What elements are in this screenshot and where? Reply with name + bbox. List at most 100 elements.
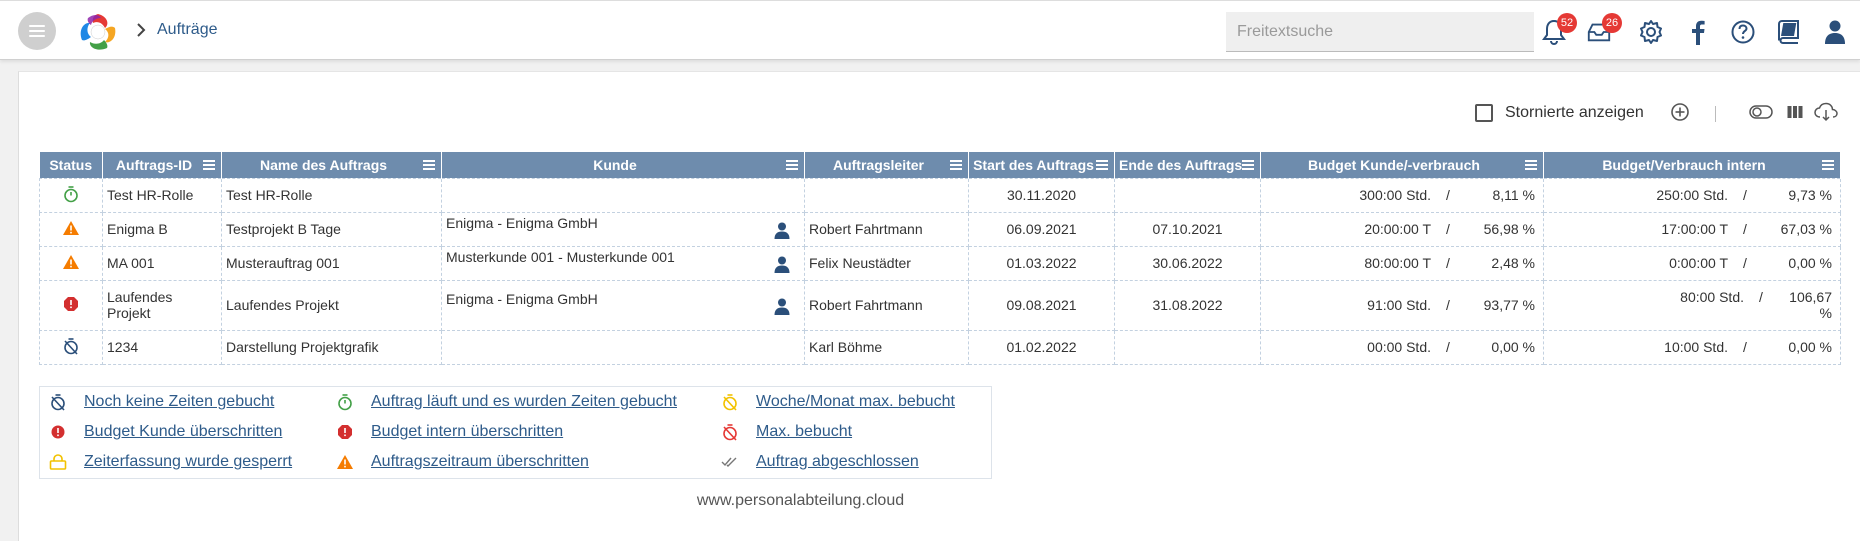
- cloud-download-button[interactable]: [1814, 100, 1838, 124]
- toolbar-divider: [1715, 106, 1716, 122]
- column-menu-icon[interactable]: [1525, 160, 1537, 170]
- column-menu-icon[interactable]: [203, 160, 215, 170]
- budget-customer-cell: 300:00 Std./8,11 %: [1260, 177, 1544, 213]
- manual-button[interactable]: [1775, 19, 1801, 45]
- legend-item-budget-customer[interactable]: Budget Kunde überschritten: [48, 421, 282, 443]
- customer-cell: Enigma - Enigma GmbH: [441, 211, 805, 247]
- timer-off-yellow-icon: [723, 394, 737, 411]
- col-header-lead[interactable]: Auftragsleiter: [804, 152, 969, 178]
- legend-item-locked[interactable]: Zeiterfassung wurde gesperrt: [48, 451, 292, 473]
- cloud-download-icon: [1814, 102, 1838, 122]
- app-logo[interactable]: [77, 12, 119, 52]
- orders-table: Status Auftrags-ID Name des Auftrags Kun…: [39, 152, 1841, 365]
- legend-item-week-month-max[interactable]: Woche/Monat max. bebucht: [720, 391, 955, 413]
- help-button[interactable]: [1730, 19, 1756, 45]
- double-check-icon: [721, 457, 737, 467]
- legend-link[interactable]: Auftrag läuft und es wurden Zeiten gebuc…: [371, 393, 677, 411]
- toggle-view-button[interactable]: [1749, 100, 1773, 124]
- legend-item-completed[interactable]: Auftrag abgeschlossen: [720, 451, 919, 473]
- timer-green-icon: [338, 394, 352, 411]
- inbox-button[interactable]: 26: [1586, 13, 1622, 45]
- lead-cell: [804, 177, 969, 213]
- legend-link[interactable]: Auftrag abgeschlossen: [756, 453, 919, 471]
- table-toolbar: Stornierte anzeigen: [19, 96, 1860, 126]
- budget-customer-cell: 91:00 Std./93,77 %: [1260, 279, 1544, 331]
- budget-internal-cell: 250:00 Std./9,73 %: [1543, 177, 1841, 213]
- notifications-button[interactable]: 52: [1541, 13, 1577, 45]
- alert-octagon-red-icon: [338, 425, 352, 439]
- table-row[interactable]: Enigma B Testprojekt B Tage Enigma - Eni…: [39, 211, 1841, 247]
- col-header-budget-internal[interactable]: Budget/Verbrauch intern: [1543, 152, 1841, 178]
- end-date-cell: 30.06.2022: [1114, 245, 1261, 281]
- hamburger-icon: [29, 25, 45, 37]
- legend-link[interactable]: Auftragszeitraum überschritten: [371, 453, 589, 471]
- show-cancelled-checkbox[interactable]: [1475, 104, 1493, 122]
- column-menu-icon[interactable]: [423, 160, 435, 170]
- budget-customer-cell: 00:00 Std./0,00 %: [1260, 329, 1544, 365]
- user-icon: [1825, 20, 1845, 44]
- top-bar: Aufträge 52 26: [0, 0, 1860, 60]
- order-name-cell: Testprojekt B Tage: [221, 211, 442, 247]
- col-header-budget-customer[interactable]: Budget Kunde/-verbrauch: [1260, 152, 1544, 178]
- status-cell: [39, 211, 103, 247]
- book-icon: [1778, 20, 1799, 44]
- customer-cell: Musterkunde 001 - Musterkunde 001: [441, 245, 805, 281]
- legend-link[interactable]: Woche/Monat max. bebucht: [756, 393, 955, 411]
- legend-item-no-times[interactable]: Noch keine Zeiten gebucht: [48, 391, 274, 413]
- breadcrumb-title[interactable]: Aufträge: [157, 21, 217, 39]
- legend-link[interactable]: Budget intern überschritten: [371, 423, 563, 441]
- legend-link[interactable]: Zeiterfassung wurde gesperrt: [84, 453, 292, 471]
- warning-orange-icon: [63, 220, 79, 235]
- lead-cell: Karl Böhme: [804, 329, 969, 365]
- search-input[interactable]: [1226, 12, 1534, 52]
- column-menu-icon[interactable]: [786, 160, 798, 170]
- user-account-button[interactable]: [1822, 19, 1848, 45]
- order-name-cell: Musterauftrag 001: [221, 245, 442, 281]
- legend-link[interactable]: Budget Kunde überschritten: [84, 423, 282, 441]
- facebook-button[interactable]: [1685, 19, 1711, 45]
- table-row[interactable]: MA 001 Musterauftrag 001 Musterkunde 001…: [39, 245, 1841, 281]
- legend-item-budget-internal[interactable]: Budget intern überschritten: [335, 421, 563, 443]
- col-header-id[interactable]: Auftrags-ID: [102, 152, 222, 178]
- table-row[interactable]: 1234 Darstellung Projektgrafik Karl Böhm…: [39, 329, 1841, 365]
- customer-user-icon[interactable]: [774, 298, 790, 315]
- order-id-cell: Test HR-Rolle: [102, 177, 222, 213]
- column-menu-icon[interactable]: [1096, 160, 1108, 170]
- col-header-start[interactable]: Start des Auftrags: [968, 152, 1115, 178]
- timer-off-blue-icon: [51, 394, 65, 411]
- add-order-button[interactable]: [1668, 100, 1692, 124]
- settings-button[interactable]: [1638, 19, 1664, 45]
- table-header-row: Status Auftrags-ID Name des Auftrags Kun…: [39, 152, 1841, 178]
- budget-internal-cell: 80:00 Std./106,67 %: [1543, 279, 1841, 331]
- legend-item-max-booked[interactable]: Max. bebucht: [720, 421, 852, 443]
- menu-button[interactable]: [18, 12, 56, 50]
- legend-link[interactable]: Max. bebucht: [756, 423, 852, 441]
- col-header-status[interactable]: Status: [39, 152, 103, 178]
- order-id-cell: Enigma B: [102, 211, 222, 247]
- status-cell: [39, 245, 103, 281]
- col-header-end[interactable]: Ende des Auftrags: [1114, 152, 1261, 178]
- customer-user-icon[interactable]: [774, 222, 790, 239]
- timer-off-red-icon: [723, 424, 737, 441]
- legend-item-running[interactable]: Auftrag läuft und es wurden Zeiten gebuc…: [335, 391, 677, 413]
- budget-internal-cell: 17:00:00 T/67,03 %: [1543, 211, 1841, 247]
- start-date-cell: 01.03.2022: [968, 245, 1115, 281]
- table-row[interactable]: Test HR-Rolle Test HR-Rolle 30.11.2020 3…: [39, 177, 1841, 213]
- table-row[interactable]: Laufendes Projekt Laufendes Projekt Enig…: [39, 279, 1841, 331]
- column-menu-icon[interactable]: [950, 160, 962, 170]
- budget-internal-cell: 10:00 Std./0,00 %: [1543, 329, 1841, 365]
- col-header-customer[interactable]: Kunde: [441, 152, 805, 178]
- customer-user-icon[interactable]: [774, 256, 790, 273]
- order-id-cell: Laufendes Projekt: [102, 279, 222, 331]
- column-menu-icon[interactable]: [1822, 160, 1834, 170]
- show-cancelled-label[interactable]: Stornierte anzeigen: [1505, 104, 1644, 122]
- warning-orange-icon: [63, 254, 79, 269]
- legend-item-period-exceeded[interactable]: Auftragszeitraum überschritten: [335, 451, 589, 473]
- lead-cell: Robert Fahrtmann: [804, 279, 969, 331]
- column-menu-icon[interactable]: [1242, 160, 1254, 170]
- start-date-cell: 01.02.2022: [968, 329, 1115, 365]
- columns-button[interactable]: [1783, 100, 1807, 124]
- col-header-name[interactable]: Name des Auftrags: [221, 152, 442, 178]
- budget-internal-cell: 0:00:00 T/0,00 %: [1543, 245, 1841, 281]
- legend-link[interactable]: Noch keine Zeiten gebucht: [84, 393, 274, 411]
